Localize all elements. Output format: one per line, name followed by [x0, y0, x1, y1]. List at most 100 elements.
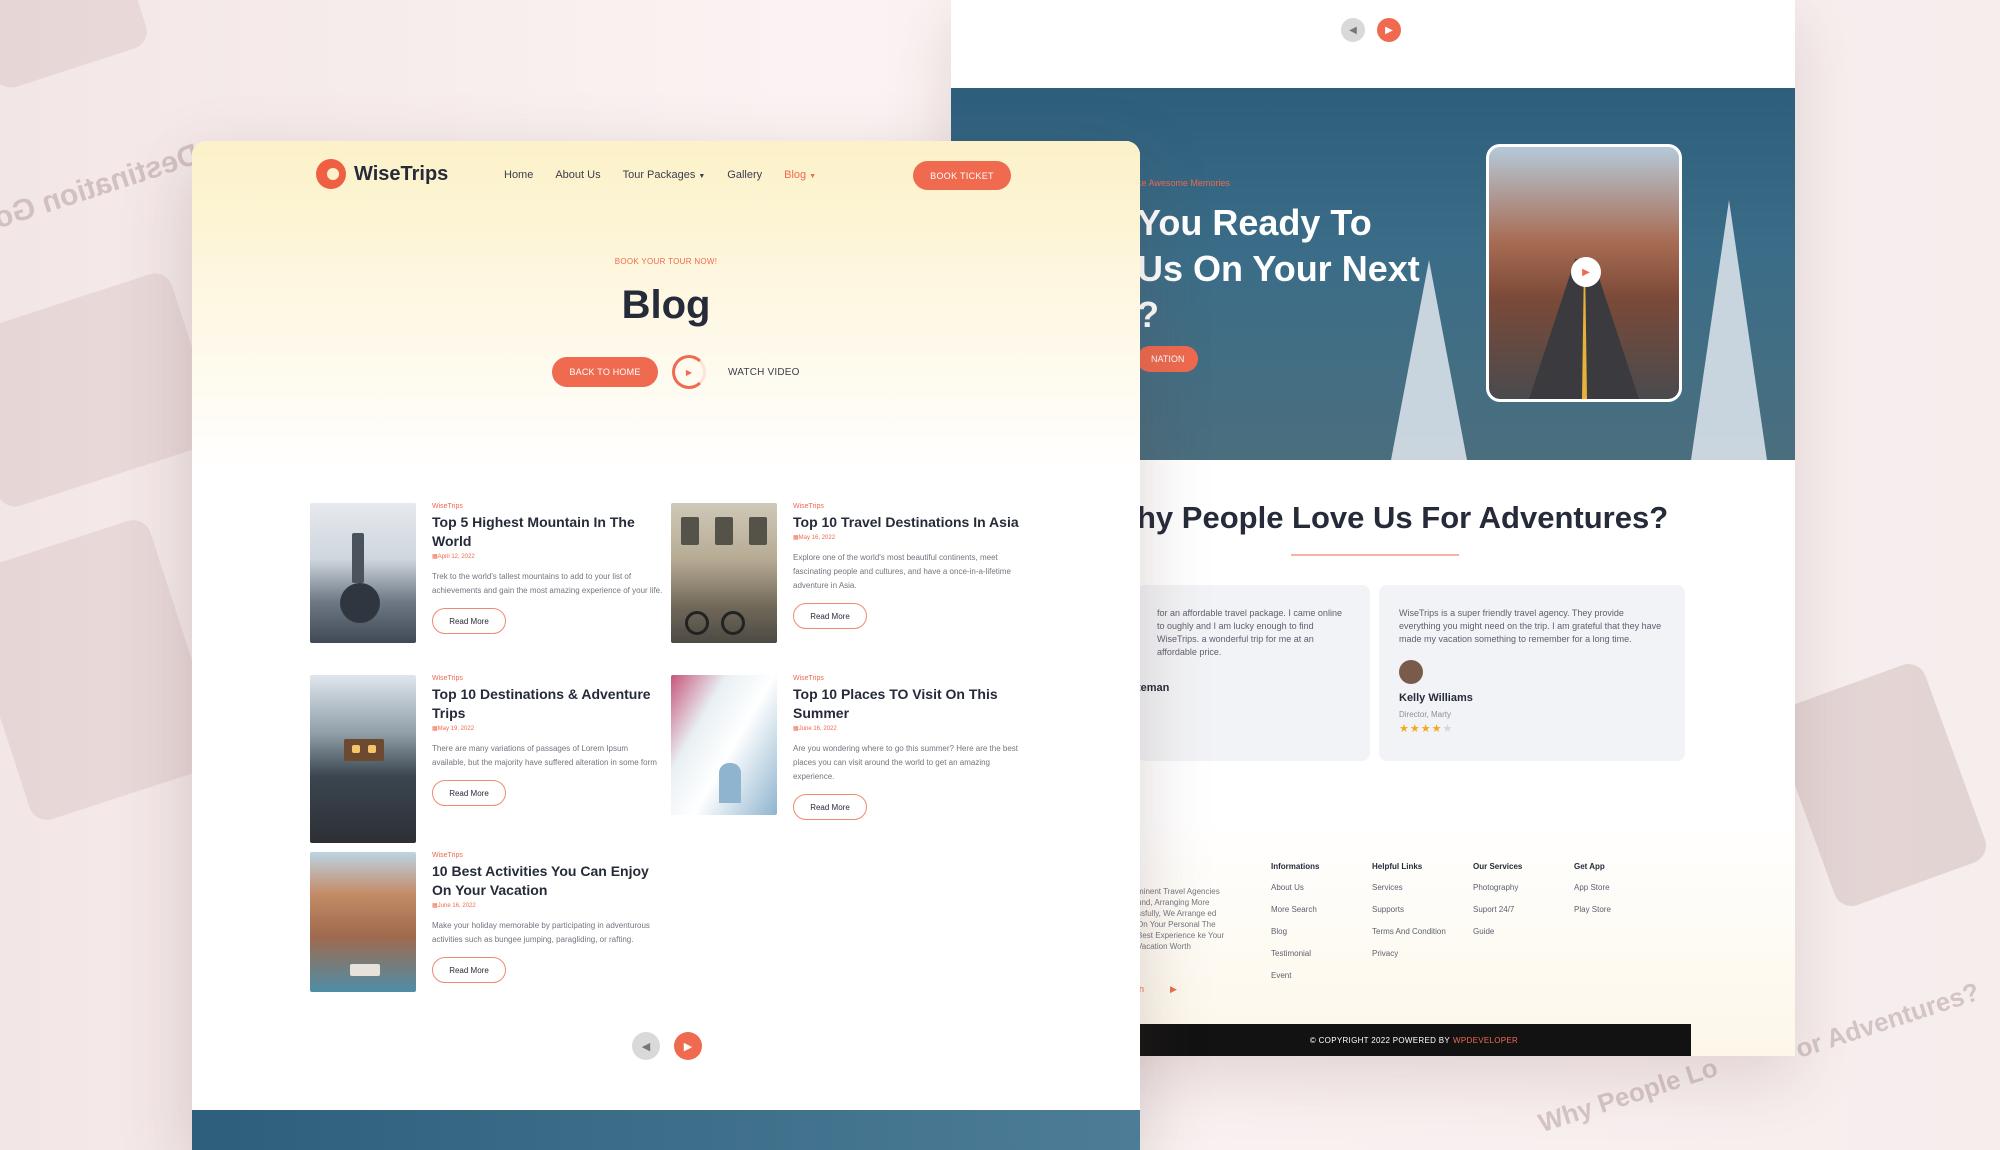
image-detail	[749, 517, 767, 545]
post-excerpt: There are many variations of passages of…	[432, 744, 657, 767]
book-ticket-button[interactable]: BOOK TICKET	[913, 161, 1011, 190]
social-links: in ▶	[1137, 984, 1177, 995]
post-title[interactable]: Top 10 Travel Destinations In Asia	[793, 513, 1025, 532]
post-date: ▦June 16, 2022	[793, 726, 837, 732]
post-date: ▦April 12, 2022	[432, 554, 475, 560]
footer-link[interactable]: Services	[1372, 883, 1446, 892]
footer-link[interactable]: More Search	[1271, 905, 1319, 914]
chevron-down-icon: ▼	[809, 173, 817, 180]
post-category[interactable]: WiseTrips	[432, 503, 664, 510]
read-more-button[interactable]: Read More	[432, 608, 506, 634]
chevron-left-icon[interactable]: ◀	[632, 1032, 660, 1060]
read-more-button[interactable]: Read More	[432, 780, 506, 806]
post-thumbnail-white-town[interactable]	[671, 675, 777, 815]
watch-video-link[interactable]: WATCH VIDEO	[728, 367, 800, 378]
image-detail	[685, 611, 709, 635]
copyright-link[interactable]: WPDEVELOPER	[1453, 1036, 1518, 1045]
testimonial-text: for an affordable travel package. I came…	[1157, 608, 1342, 657]
chevron-right-icon[interactable]: ▶	[674, 1032, 702, 1060]
footer-link[interactable]: Testimonial	[1271, 949, 1319, 958]
video-thumbnail[interactable]: ▶	[1486, 144, 1682, 402]
footer-column: Our Services Photography Suport 24/7 Gui…	[1473, 862, 1523, 936]
footer-column: Get App App Store Play Store	[1574, 862, 1611, 914]
blog-post: WiseTrips 10 Best Activities You Can Enj…	[310, 852, 670, 1002]
pagination: ◀ ▶	[632, 1032, 702, 1060]
footer-link[interactable]: Photography	[1473, 883, 1522, 892]
footer-link[interactable]: Terms And Condition	[1372, 927, 1446, 936]
read-more-button[interactable]: Read More	[793, 794, 867, 820]
hero-actions: BACK TO HOME ▶ WATCH VIDEO	[552, 355, 800, 389]
testimonial-card: WiseTrips is a super friendly travel age…	[1379, 585, 1685, 761]
image-detail	[340, 583, 380, 623]
cta-button[interactable]: NATION	[1137, 346, 1199, 372]
chevron-right-icon[interactable]: ▶	[1377, 18, 1401, 42]
brand-logo[interactable]: WiseTrips	[316, 159, 448, 189]
post-category[interactable]: WiseTrips	[793, 503, 1025, 510]
main-nav: Home About Us Tour Packages ▼ Gallery Blo…	[504, 169, 816, 181]
next-section-preview	[192, 1110, 1140, 1150]
nav-home[interactable]: Home	[504, 169, 533, 181]
footer-link[interactable]: Play Store	[1574, 905, 1611, 914]
footer-link[interactable]: Event	[1271, 971, 1319, 980]
star-rating: ★★★★★	[1399, 722, 1665, 735]
post-thumbnail-mountain[interactable]	[310, 503, 416, 643]
post-body: WiseTrips Top 10 Places TO Visit On This…	[793, 675, 1025, 820]
post-date: ▦May 19, 2022	[432, 726, 475, 732]
cta-title: You Ready To Us On Your Next ?	[1137, 202, 1420, 335]
testimonial-role: Director, Marty	[1399, 710, 1452, 719]
youtube-icon[interactable]: ▶	[1170, 984, 1177, 995]
post-excerpt: Are you wondering where to go this summe…	[793, 744, 1019, 781]
post-thumbnail-canal[interactable]	[310, 852, 416, 992]
post-category[interactable]: WiseTrips	[793, 675, 1025, 682]
read-more-button[interactable]: Read More	[793, 603, 867, 629]
play-icon[interactable]: ▶	[1571, 257, 1601, 287]
footer-about: minent Travel Agencies und, Arranging Mo…	[1137, 887, 1225, 951]
post-title[interactable]: Top 10 Places TO Visit On This Summer	[793, 685, 1025, 723]
footer-link[interactable]: Blog	[1271, 927, 1319, 936]
hero-eyebrow: BOOK YOUR TOUR NOW!	[614, 257, 718, 266]
nav-gallery[interactable]: Gallery	[727, 169, 762, 181]
footer-link[interactable]: Privacy	[1372, 949, 1446, 958]
footer-link[interactable]: Supports	[1372, 905, 1446, 914]
title-underline	[1291, 554, 1459, 556]
post-title[interactable]: Top 10 Destinations & Adventure Trips	[432, 685, 664, 723]
nav-about-us[interactable]: About Us	[555, 169, 600, 181]
blog-post: WiseTrips Top 5 Highest Mountain In The …	[310, 503, 670, 653]
testimonial-text: WiseTrips is a super friendly travel age…	[1399, 608, 1662, 644]
avatar	[1399, 660, 1423, 684]
chevron-left-icon[interactable]: ◀	[1341, 18, 1365, 42]
post-excerpt: Trek to the world's tallest mountains to…	[432, 572, 663, 595]
testimonial-name: teman	[1137, 682, 1170, 694]
post-date: ▦June 16, 2022	[432, 903, 476, 909]
post-category[interactable]: WiseTrips	[432, 852, 664, 859]
star-icon-filled: ★★★★	[1399, 723, 1443, 735]
post-title[interactable]: Top 5 Highest Mountain In The World	[432, 513, 664, 551]
footer-link[interactable]: Suport 24/7	[1473, 905, 1522, 914]
post-excerpt: Explore one of the world's most beautifu…	[793, 553, 1011, 590]
image-detail	[368, 745, 376, 753]
nav-tour-packages[interactable]: Tour Packages ▼	[623, 169, 706, 181]
blog-page: WiseTrips Home About Us Tour Packages ▼ G…	[192, 141, 1140, 1150]
image-detail	[352, 745, 360, 753]
post-body: WiseTrips Top 10 Destinations & Adventur…	[432, 675, 664, 806]
copyright-bar: © COPYRIGHT 2022 POWERED BY WPDEVELOPER	[1137, 1024, 1691, 1056]
post-excerpt: Make your holiday memorable by participa…	[432, 921, 650, 944]
footer-link[interactable]: About Us	[1271, 883, 1319, 892]
brand-name: WiseTrips	[354, 162, 449, 185]
nav-blog[interactable]: Blog ▼	[784, 169, 816, 181]
read-more-button[interactable]: Read More	[432, 957, 506, 983]
post-thumbnail-cabin[interactable]	[310, 675, 416, 843]
footer-link[interactable]: App Store	[1574, 883, 1611, 892]
footer-column: Informations About Us More Search Blog T…	[1271, 862, 1320, 980]
chevron-down-icon: ▼	[698, 173, 706, 180]
post-category[interactable]: WiseTrips	[432, 675, 664, 682]
post-title[interactable]: 10 Best Activities You Can Enjoy On Your…	[432, 862, 664, 900]
back-to-home-button[interactable]: BACK TO HOME	[552, 357, 658, 387]
footer-link[interactable]: Guide	[1473, 927, 1522, 936]
testimonial-card: for an affordable travel package. I came…	[1137, 585, 1370, 761]
play-icon[interactable]: ▶	[672, 355, 706, 389]
image-detail	[681, 517, 699, 545]
cta-eyebrow: ke Awesome Memories	[1137, 178, 1230, 188]
post-body: WiseTrips 10 Best Activities You Can Enj…	[432, 852, 664, 983]
post-thumbnail-city[interactable]	[671, 503, 777, 643]
